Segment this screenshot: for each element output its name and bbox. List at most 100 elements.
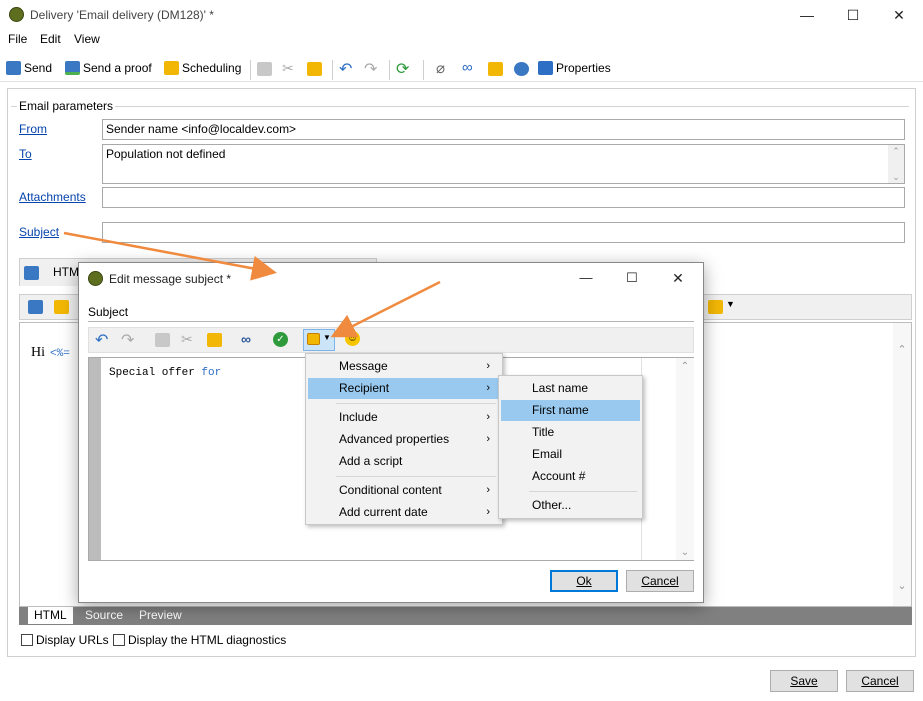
insert-field-icon[interactable] — [708, 300, 723, 314]
ok-label: Ok — [576, 574, 592, 588]
chevron-right-icon: › — [486, 484, 490, 496]
from-field[interactable]: Sender name <info@localdev.com> — [102, 119, 905, 140]
menu-item-include[interactable]: Include › — [308, 407, 500, 428]
tab-preview[interactable]: Preview — [133, 607, 188, 625]
gift-icon[interactable] — [488, 62, 503, 76]
send-proof-button[interactable]: Send a proof — [65, 61, 152, 75]
menu-item-recipient[interactable]: Recipient › — [308, 378, 500, 399]
menu-file[interactable]: File — [8, 32, 27, 46]
open-folder-icon[interactable] — [54, 300, 69, 314]
submenu-item-email[interactable]: Email — [501, 444, 640, 465]
menu-item-advanced-properties[interactable]: Advanced properties › — [308, 429, 500, 450]
properties-button[interactable]: Properties — [538, 61, 611, 75]
to-value: Population not defined — [106, 147, 226, 161]
proof-envelope-icon — [65, 61, 80, 75]
menu-item-add-current-date[interactable]: Add current date › — [308, 502, 500, 523]
menu-item-message-label: Message — [339, 359, 388, 373]
insert-field-dialog-icon — [307, 333, 320, 345]
redo-icon[interactable]: ↷ — [364, 59, 377, 79]
undo-icon[interactable]: ↶ — [339, 59, 352, 79]
dialog-undo-icon[interactable]: ↶ — [95, 330, 108, 350]
body-code-text: <%= — [50, 348, 70, 360]
from-link[interactable]: From — [19, 122, 47, 136]
send-label: Send — [24, 61, 53, 75]
personalization-icon[interactable] — [514, 62, 529, 76]
to-link[interactable]: To — [19, 147, 32, 161]
paste-icon[interactable] — [307, 62, 322, 76]
binoculars-icon[interactable]: ∞ — [241, 331, 251, 347]
maximize-button[interactable]: ☐ — [830, 0, 876, 30]
submenu-item-first-name[interactable]: First name — [501, 400, 640, 421]
submenu-item-account[interactable]: Account # — [501, 466, 640, 487]
dialog-cut-icon[interactable]: ✂ — [181, 331, 193, 348]
menu-item-conditional-content-label: Conditional content — [339, 483, 442, 497]
display-urls-checkbox[interactable] — [21, 634, 33, 646]
minimize-button[interactable]: — — [784, 0, 830, 30]
dialog-title-bar: Edit message subject * — ☐ ✕ — [79, 263, 703, 293]
refresh-icon[interactable]: ⟳ — [396, 59, 409, 79]
window-title: Delivery 'Email delivery (DM128)' * — [30, 8, 214, 22]
subject-link[interactable]: Subject — [19, 225, 59, 239]
insert-menu: Message › Recipient › Include › Advanced pr… — [305, 353, 503, 525]
dialog-app-icon — [88, 271, 103, 286]
dialog-copy-icon[interactable] — [155, 333, 170, 347]
menu-item-conditional-content[interactable]: Conditional content › — [308, 480, 500, 501]
chevron-right-icon: › — [486, 382, 490, 394]
chevron-right-icon: › — [486, 411, 490, 423]
subject-text-keyword: for — [201, 367, 222, 379]
dialog-minimize-button[interactable]: — — [563, 263, 609, 293]
attachment-icon[interactable]: ⌀ — [436, 59, 445, 77]
recipient-submenu: Last name First name Title Email Account… — [498, 375, 643, 519]
chevron-right-icon: › — [486, 433, 490, 445]
dialog-close-button[interactable]: ✕ — [655, 263, 701, 293]
close-button[interactable]: ✕ — [876, 0, 922, 30]
dialog-section-label: Subject — [88, 305, 129, 319]
to-scrollbar[interactable]: ⌃ ⌄ — [888, 145, 904, 183]
chevron-down-icon[interactable]: ▼ — [726, 299, 735, 309]
attachments-link[interactable]: Attachments — [19, 190, 86, 204]
dialog-maximize-button[interactable]: ☐ — [609, 263, 655, 293]
emoji-icon[interactable]: ☺ — [345, 331, 360, 346]
link-icon[interactable]: ∞ — [462, 59, 473, 76]
dialog-paste-icon[interactable] — [207, 333, 222, 347]
cancel-button[interactable]: Cancel — [846, 670, 914, 692]
check-icon[interactable]: ✓ — [273, 332, 288, 347]
clipboard-icon — [538, 61, 553, 75]
cut-icon[interactable]: ✂ — [282, 60, 294, 77]
subject-field[interactable] — [102, 222, 905, 243]
display-urls-label: Display URLs — [36, 633, 109, 647]
html-diagnostics-label: Display the HTML diagnostics — [128, 633, 287, 647]
menu-view[interactable]: View — [74, 32, 100, 46]
to-field[interactable]: Population not defined ⌃ ⌄ — [102, 144, 905, 184]
copy-icon[interactable] — [257, 62, 272, 76]
html-diagnostics-checkbox[interactable] — [113, 634, 125, 646]
ok-button[interactable]: Ok — [550, 570, 618, 592]
dialog-cancel-label: Cancel — [641, 574, 679, 588]
title-bar: Delivery 'Email delivery (DM128)' * — ☐ … — [0, 0, 923, 30]
dialog-redo-icon[interactable]: ↷ — [121, 330, 134, 350]
attachments-field[interactable] — [102, 187, 905, 208]
scheduling-button[interactable]: Scheduling — [164, 61, 241, 75]
insert-field-dropdown-button[interactable]: ▼ — [303, 329, 335, 351]
menu-edit[interactable]: Edit — [40, 32, 61, 46]
submenu-item-other[interactable]: Other... — [501, 495, 640, 516]
save-button[interactable]: Save — [770, 670, 838, 692]
new-content-icon[interactable] — [28, 300, 43, 314]
email-params-legend: Email parameters — [17, 99, 116, 113]
submenu-item-title[interactable]: Title — [501, 422, 640, 443]
submenu-item-last-name[interactable]: Last name — [501, 378, 640, 399]
app-icon — [9, 7, 24, 22]
menu-item-message[interactable]: Message › — [308, 356, 500, 377]
chevron-right-icon: › — [486, 360, 490, 372]
menu-bar: File Edit View — [0, 30, 923, 49]
dialog-editor-scrollbar[interactable]: ⌃ ⌄ — [676, 358, 694, 560]
editor-scrollbar[interactable]: ⌃ ⌄ — [893, 323, 911, 606]
dialog-cancel-button[interactable]: Cancel — [626, 570, 694, 592]
menu-item-add-script[interactable]: Add a script — [308, 451, 500, 472]
menu-item-add-current-date-label: Add current date — [339, 505, 428, 519]
bottom-tab-strip: HTML Source Preview — [19, 607, 912, 625]
send-button[interactable]: Send — [6, 61, 52, 75]
tab-html[interactable]: HTML — [27, 607, 74, 625]
tab-source[interactable]: Source — [79, 607, 129, 625]
save-label: Save — [790, 674, 818, 688]
